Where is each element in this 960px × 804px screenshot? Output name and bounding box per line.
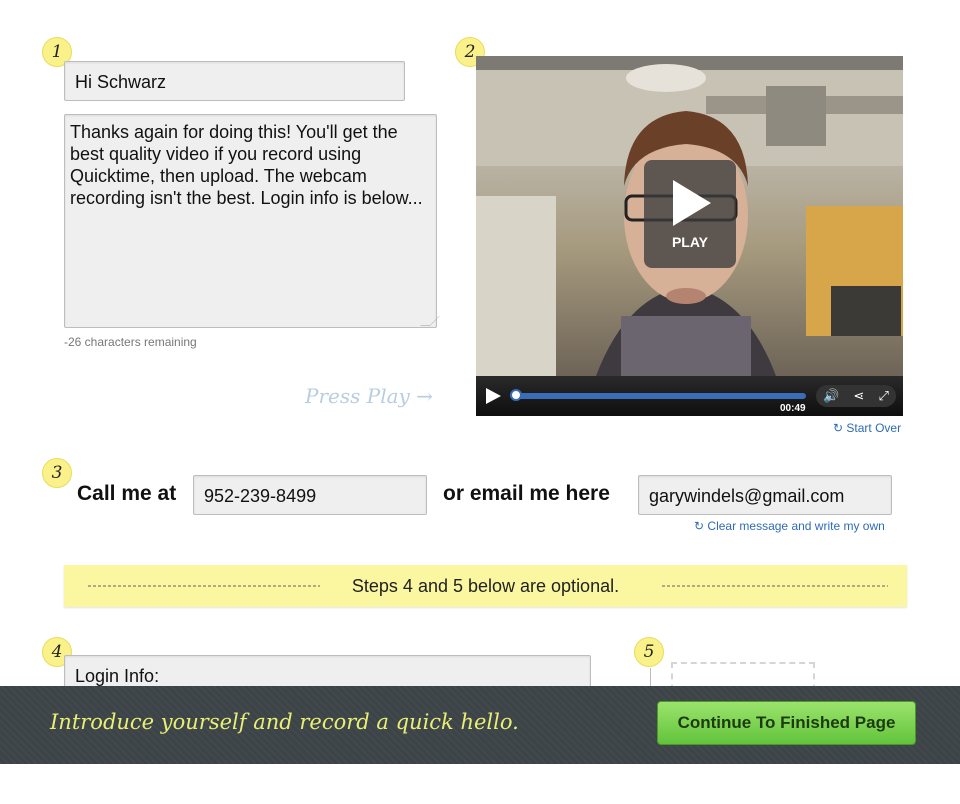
video-player[interactable]: PLAY 00:49 🔊 ⋖ ⤢ (476, 56, 903, 416)
play-icon (673, 180, 711, 226)
email-label: or email me here (443, 482, 610, 505)
control-icons-group: 🔊 ⋖ ⤢ (816, 385, 896, 407)
call-label: Call me at (77, 482, 177, 505)
clear-message-label: Clear message and write my own (707, 519, 885, 533)
control-play-icon[interactable] (484, 387, 502, 405)
message-textarea[interactable]: Thanks again for doing this! You'll get … (64, 114, 437, 328)
continue-button[interactable]: Continue To Finished Page (657, 701, 916, 745)
play-overlay-button[interactable]: PLAY (644, 160, 736, 268)
greeting-input[interactable]: Hi Schwarz (64, 61, 405, 101)
refresh-icon: ↻ (694, 519, 705, 533)
step-5-badge: 5 (634, 637, 664, 667)
banner-text: Steps 4 and 5 below are optional. (351, 575, 620, 596)
progress-knob[interactable] (510, 389, 522, 401)
volume-icon[interactable]: 🔊 (823, 388, 839, 404)
progress-bar[interactable] (510, 393, 806, 399)
video-time: 00:49 (780, 403, 806, 414)
step-3-badge: 3 (42, 458, 72, 488)
optional-steps-banner: Steps 4 and 5 below are optional. (64, 565, 907, 607)
fullscreen-icon[interactable]: ⤢ (878, 388, 888, 404)
bottom-message: Introduce yourself and record a quick he… (50, 710, 519, 734)
clear-message-link[interactable]: ↻ Clear message and write my own (694, 519, 885, 533)
phone-input[interactable]: 952-239-8499 (193, 475, 427, 515)
start-over-label: Start Over (846, 421, 902, 435)
start-over-link[interactable]: ↻ Start Over (833, 421, 901, 435)
share-icon[interactable]: ⋖ (853, 388, 864, 404)
bottom-bar: Introduce yourself and record a quick he… (0, 686, 960, 764)
video-frame: PLAY (476, 56, 903, 376)
email-input[interactable]: garywindels@gmail.com (638, 475, 892, 515)
play-label: PLAY (671, 234, 709, 250)
banner-left-rule (88, 585, 320, 587)
video-controls: 00:49 🔊 ⋖ ⤢ (476, 376, 903, 416)
banner-right-rule (662, 585, 888, 587)
step-5-connector (650, 668, 651, 688)
characters-remaining: -26 characters remaining (64, 335, 197, 349)
refresh-icon: ↻ (833, 421, 844, 435)
press-play-hint: Press Play → (305, 384, 433, 408)
